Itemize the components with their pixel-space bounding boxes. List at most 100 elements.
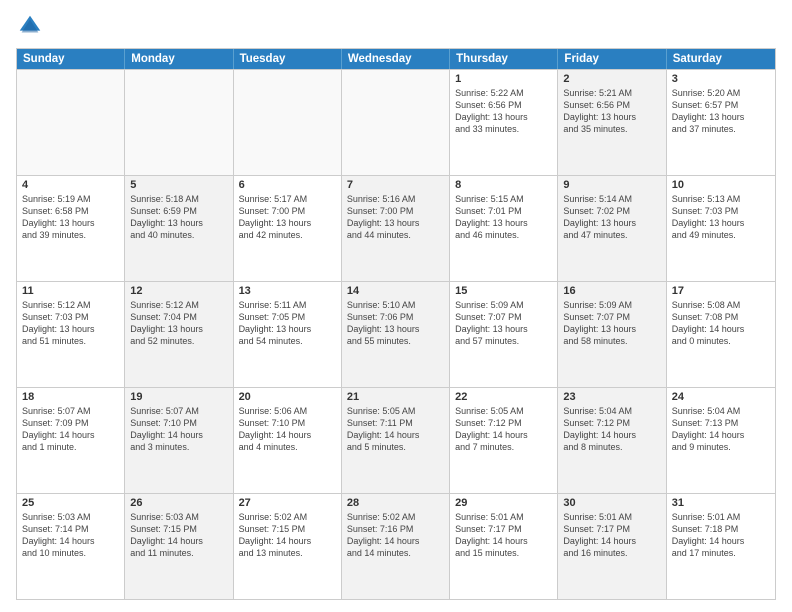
cal-cell: 25 Sunrise: 5:03 AM Sunset: 7:14 PM Dayli… [17,494,125,599]
cal-cell: 19 Sunrise: 5:07 AM Sunset: 7:10 PM Dayli… [125,388,233,493]
day-number: 21 [347,391,444,403]
cell-info: Sunrise: 5:09 AM Sunset: 7:07 PM Dayligh… [563,299,660,348]
day-number: 26 [130,497,227,509]
cal-cell: 11 Sunrise: 5:12 AM Sunset: 7:03 PM Dayli… [17,282,125,387]
cell-info: Sunrise: 5:05 AM Sunset: 7:11 PM Dayligh… [347,405,444,454]
header-day-sunday: Sunday [17,49,125,69]
cell-info: Sunrise: 5:02 AM Sunset: 7:16 PM Dayligh… [347,511,444,560]
cell-info: Sunrise: 5:14 AM Sunset: 7:02 PM Dayligh… [563,193,660,242]
cell-info: Sunrise: 5:07 AM Sunset: 7:09 PM Dayligh… [22,405,119,454]
cal-cell: 18 Sunrise: 5:07 AM Sunset: 7:09 PM Dayli… [17,388,125,493]
cal-cell: 8 Sunrise: 5:15 AM Sunset: 7:01 PM Daylig… [450,176,558,281]
header-day-tuesday: Tuesday [234,49,342,69]
header-day-wednesday: Wednesday [342,49,450,69]
day-number: 5 [130,179,227,191]
day-number: 1 [455,73,552,85]
day-number: 24 [672,391,770,403]
day-number: 29 [455,497,552,509]
calendar-header: SundayMondayTuesdayWednesdayThursdayFrid… [17,49,775,69]
cell-info: Sunrise: 5:06 AM Sunset: 7:10 PM Dayligh… [239,405,336,454]
cal-cell: 16 Sunrise: 5:09 AM Sunset: 7:07 PM Dayli… [558,282,666,387]
day-number: 9 [563,179,660,191]
cal-cell: 5 Sunrise: 5:18 AM Sunset: 6:59 PM Daylig… [125,176,233,281]
cell-info: Sunrise: 5:03 AM Sunset: 7:15 PM Dayligh… [130,511,227,560]
day-number: 16 [563,285,660,297]
header-day-monday: Monday [125,49,233,69]
day-number: 8 [455,179,552,191]
day-number: 17 [672,285,770,297]
cell-info: Sunrise: 5:21 AM Sunset: 6:56 PM Dayligh… [563,87,660,136]
cell-info: Sunrise: 5:11 AM Sunset: 7:05 PM Dayligh… [239,299,336,348]
cal-cell: 4Sunrise: 5:19 AM Sunset: 6:58 PM Daylig… [17,176,125,281]
calendar-row-2: 11 Sunrise: 5:12 AM Sunset: 7:03 PM Dayli… [17,281,775,387]
cell-info: Sunrise: 5:01 AM Sunset: 7:17 PM Dayligh… [563,511,660,560]
cell-info: Sunrise: 5:01 AM Sunset: 7:17 PM Dayligh… [455,511,552,560]
logo-icon [16,12,44,40]
cell-info: Sunrise: 5:12 AM Sunset: 7:04 PM Dayligh… [130,299,227,348]
cell-info: Sunrise: 5:12 AM Sunset: 7:03 PM Dayligh… [22,299,119,348]
cal-cell: 17 Sunrise: 5:08 AM Sunset: 7:08 PM Dayli… [667,282,775,387]
cal-cell: 24 Sunrise: 5:04 AM Sunset: 7:13 PM Dayli… [667,388,775,493]
cal-cell: 29 Sunrise: 5:01 AM Sunset: 7:17 PM Dayli… [450,494,558,599]
cell-info: Sunrise: 5:18 AM Sunset: 6:59 PM Dayligh… [130,193,227,242]
day-number: 2 [563,73,660,85]
cell-info: Sunrise: 5:07 AM Sunset: 7:10 PM Dayligh… [130,405,227,454]
day-number: 30 [563,497,660,509]
cal-cell [234,70,342,175]
calendar-body: 1 Sunrise: 5:22 AM Sunset: 6:56 PM Daylig… [17,69,775,599]
day-number: 22 [455,391,552,403]
cal-cell: 9 Sunrise: 5:14 AM Sunset: 7:02 PM Daylig… [558,176,666,281]
header-day-saturday: Saturday [667,49,775,69]
day-number: 19 [130,391,227,403]
calendar-row-0: 1 Sunrise: 5:22 AM Sunset: 6:56 PM Daylig… [17,69,775,175]
cal-cell: 20 Sunrise: 5:06 AM Sunset: 7:10 PM Dayli… [234,388,342,493]
page: SundayMondayTuesdayWednesdayThursdayFrid… [0,0,792,612]
cal-cell [342,70,450,175]
day-number: 18 [22,391,119,403]
cal-cell: 2 Sunrise: 5:21 AM Sunset: 6:56 PM Daylig… [558,70,666,175]
day-number: 31 [672,497,770,509]
cell-info: Sunrise: 5:19 AM Sunset: 6:58 PM Dayligh… [22,193,119,242]
cell-info: Sunrise: 5:20 AM Sunset: 6:57 PM Dayligh… [672,87,770,136]
day-number: 6 [239,179,336,191]
cal-cell: 22 Sunrise: 5:05 AM Sunset: 7:12 PM Dayli… [450,388,558,493]
cell-info: Sunrise: 5:15 AM Sunset: 7:01 PM Dayligh… [455,193,552,242]
day-number: 15 [455,285,552,297]
cell-info: Sunrise: 5:13 AM Sunset: 7:03 PM Dayligh… [672,193,770,242]
calendar-row-4: 25 Sunrise: 5:03 AM Sunset: 7:14 PM Dayli… [17,493,775,599]
cell-info: Sunrise: 5:16 AM Sunset: 7:00 PM Dayligh… [347,193,444,242]
day-number: 7 [347,179,444,191]
day-number: 13 [239,285,336,297]
day-number: 11 [22,285,119,297]
day-number: 20 [239,391,336,403]
day-number: 27 [239,497,336,509]
header-day-thursday: Thursday [450,49,558,69]
cal-cell [125,70,233,175]
cal-cell: 23Sunrise: 5:04 AM Sunset: 7:12 PM Dayli… [558,388,666,493]
calendar-row-3: 18 Sunrise: 5:07 AM Sunset: 7:09 PM Dayli… [17,387,775,493]
cell-info: Sunrise: 5:04 AM Sunset: 7:13 PM Dayligh… [672,405,770,454]
cell-info: Sunrise: 5:08 AM Sunset: 7:08 PM Dayligh… [672,299,770,348]
day-number: 28 [347,497,444,509]
cal-cell: 27Sunrise: 5:02 AM Sunset: 7:15 PM Dayli… [234,494,342,599]
cal-cell [17,70,125,175]
cell-info: Sunrise: 5:05 AM Sunset: 7:12 PM Dayligh… [455,405,552,454]
cell-info: Sunrise: 5:04 AM Sunset: 7:12 PM Dayligh… [563,405,660,454]
day-number: 10 [672,179,770,191]
calendar: SundayMondayTuesdayWednesdayThursdayFrid… [16,48,776,600]
day-number: 12 [130,285,227,297]
header-day-friday: Friday [558,49,666,69]
cal-cell: 31Sunrise: 5:01 AM Sunset: 7:18 PM Dayli… [667,494,775,599]
cal-cell: 6Sunrise: 5:17 AM Sunset: 7:00 PM Daylig… [234,176,342,281]
day-number: 14 [347,285,444,297]
cal-cell: 3Sunrise: 5:20 AM Sunset: 6:57 PM Daylig… [667,70,775,175]
cal-cell: 12 Sunrise: 5:12 AM Sunset: 7:04 PM Dayli… [125,282,233,387]
cell-info: Sunrise: 5:22 AM Sunset: 6:56 PM Dayligh… [455,87,552,136]
cell-info: Sunrise: 5:10 AM Sunset: 7:06 PM Dayligh… [347,299,444,348]
cal-cell: 28 Sunrise: 5:02 AM Sunset: 7:16 PM Dayli… [342,494,450,599]
cal-cell: 7 Sunrise: 5:16 AM Sunset: 7:00 PM Daylig… [342,176,450,281]
cal-cell: 14 Sunrise: 5:10 AM Sunset: 7:06 PM Dayli… [342,282,450,387]
cell-info: Sunrise: 5:03 AM Sunset: 7:14 PM Dayligh… [22,511,119,560]
cal-cell: 30 Sunrise: 5:01 AM Sunset: 7:17 PM Dayli… [558,494,666,599]
day-number: 25 [22,497,119,509]
